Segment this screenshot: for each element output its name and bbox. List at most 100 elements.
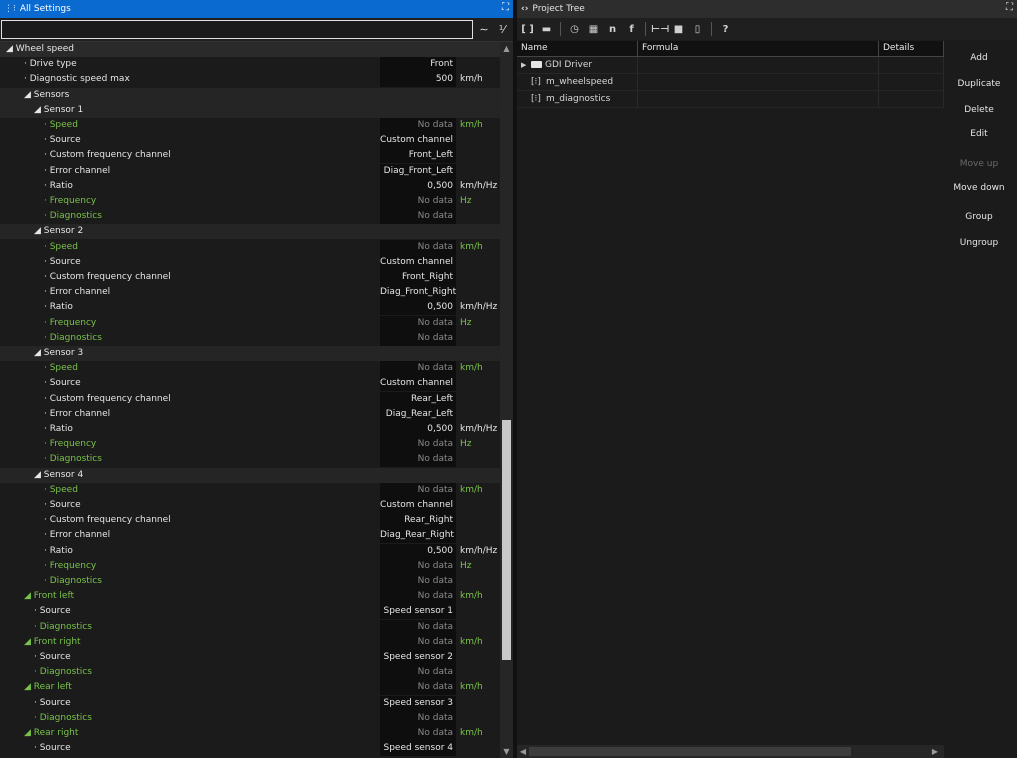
setting-value[interactable]: No data	[380, 209, 456, 225]
setting-value[interactable]: Front_Left	[380, 148, 456, 164]
setting-value[interactable]: Diag_Rear_Left	[380, 406, 456, 422]
scrollbar-thumb[interactable]	[529, 747, 851, 756]
settings-scrollbar[interactable]: ▲ ▼	[500, 42, 513, 758]
settings-row[interactable]: · Source Speed sensor 2	[0, 650, 500, 665]
settings-row[interactable]: · Custom frequency channel Rear_Left	[0, 391, 500, 407]
f-icon[interactable]: f	[623, 21, 640, 38]
variable-icon[interactable]: [ ]	[519, 21, 536, 38]
setting-value[interactable]: No data	[380, 634, 456, 650]
scroll-right-icon[interactable]: ▶	[929, 745, 941, 758]
settings-row[interactable]: · Source Custom channel	[0, 133, 500, 149]
settings-row[interactable]: · Speed No data km/h	[0, 239, 500, 255]
settings-row[interactable]: · Frequency No data Hz	[0, 437, 500, 453]
edit-button[interactable]: Edit	[948, 124, 1010, 144]
settings-row[interactable]: ◢ Front left No data km/h	[0, 589, 500, 605]
scrollbar-thumb[interactable]	[502, 420, 511, 660]
settings-row[interactable]: · Ratio 0,500 km/h/Hz	[0, 178, 500, 194]
settings-row[interactable]: · Ratio 0,500 km/h/Hz	[0, 300, 500, 316]
scroll-down-icon[interactable]: ▼	[500, 747, 513, 756]
settings-row[interactable]: · Ratio 0,500 km/h/Hz	[0, 422, 500, 437]
settings-row[interactable]: · Diagnostics No data	[0, 209, 500, 225]
folder-icon[interactable]: ■	[670, 21, 687, 38]
setting-value[interactable]: 0,500	[380, 178, 456, 194]
timer-icon[interactable]: ◷	[566, 21, 583, 38]
setting-value[interactable]: No data	[380, 619, 456, 635]
setting-value[interactable]: No data	[380, 118, 456, 133]
settings-row[interactable]: · Source Custom channel	[0, 376, 500, 392]
setting-value[interactable]: 0,500	[380, 300, 456, 316]
setting-value[interactable]: 0,500	[380, 422, 456, 437]
wave-toggle-icon[interactable]: ∼	[476, 22, 492, 38]
settings-row[interactable]: ◢ Sensor 4	[0, 467, 500, 483]
setting-value[interactable]: Diag_Front_Right	[380, 285, 456, 301]
help-icon[interactable]: ?	[717, 21, 734, 38]
setting-value[interactable]: No data	[380, 680, 456, 696]
duplicate-button[interactable]: Duplicate	[948, 74, 1010, 94]
settings-row[interactable]: ◢ Sensor 2	[0, 224, 500, 240]
settings-row[interactable]: · Source Custom channel	[0, 254, 500, 270]
settings-row[interactable]: ◢ Sensor 1	[0, 102, 500, 118]
settings-row[interactable]: · Diagnostics No data	[0, 619, 500, 635]
setting-value[interactable]: 500	[380, 72, 456, 88]
setting-value[interactable]: Rear_Left	[380, 391, 456, 407]
film-icon[interactable]: ▬	[538, 21, 555, 38]
scroll-left-icon[interactable]: ◀	[517, 745, 529, 758]
tree-row[interactable]: [⁝] m_wheelspeed	[517, 74, 944, 91]
settings-row[interactable]: · Diagnostic speed max 500 km/h	[0, 72, 500, 88]
settings-row[interactable]: · Source Custom channel	[0, 498, 500, 513]
setting-value[interactable]: Custom channel	[380, 133, 456, 149]
settings-row[interactable]: · Custom frequency channel Rear_Right	[0, 513, 500, 529]
settings-row[interactable]: ◢ Wheel speed	[0, 42, 500, 57]
settings-row[interactable]: ◢ Sensors	[0, 87, 500, 103]
delete-button[interactable]: Delete	[948, 100, 1010, 120]
file-icon[interactable]: ▯	[689, 21, 706, 38]
split-icon[interactable]: ⊢⊣	[651, 21, 669, 38]
expand-arrow-icon[interactable]: ▶	[521, 57, 531, 73]
setting-value[interactable]: No data	[380, 315, 456, 331]
settings-row[interactable]: · Error channel Diag_Rear_Left	[0, 406, 500, 422]
setting-value[interactable]: No data	[380, 482, 456, 498]
table-icon[interactable]: ▦	[585, 21, 602, 38]
settings-row[interactable]: · Custom frequency channel Front_Left	[0, 148, 500, 164]
setting-value[interactable]: No data	[380, 361, 456, 377]
setting-value[interactable]: Speed sensor 2	[380, 650, 456, 665]
setting-value[interactable]: Custom channel	[380, 498, 456, 513]
setting-value[interactable]: No data	[380, 665, 456, 681]
n-icon[interactable]: n	[604, 21, 621, 38]
column-header-name[interactable]: Name	[517, 41, 638, 56]
fraction-toggle-icon[interactable]: ⅟	[494, 22, 510, 38]
settings-row[interactable]: · Diagnostics No data	[0, 574, 500, 589]
settings-row[interactable]: · Source Speed sensor 3	[0, 695, 500, 711]
setting-value[interactable]: No data	[380, 194, 456, 209]
setting-value[interactable]: No data	[380, 574, 456, 589]
settings-row[interactable]: · Error channel Diag_Front_Right	[0, 285, 500, 301]
setting-value[interactable]: 0,500	[380, 543, 456, 559]
setting-value[interactable]: No data	[380, 452, 456, 468]
setting-value[interactable]: Rear_Right	[380, 513, 456, 529]
setting-value[interactable]: Front_Right	[380, 270, 456, 285]
settings-row[interactable]: · Source Speed sensor 4	[0, 741, 500, 757]
settings-row[interactable]: · Source Speed sensor 1	[0, 604, 500, 620]
settings-row[interactable]: · Frequency No data Hz	[0, 558, 500, 574]
setting-value[interactable]: No data	[380, 239, 456, 255]
maximize-icon[interactable]: ⛶	[502, 2, 509, 13]
setting-value[interactable]: No data	[380, 726, 456, 741]
column-header-formula[interactable]: Formula	[638, 41, 879, 56]
setting-value[interactable]: No data	[380, 330, 456, 346]
setting-value[interactable]: No data	[380, 558, 456, 574]
settings-row[interactable]: · Error channel Diag_Front_Left	[0, 163, 500, 179]
settings-row[interactable]: · Diagnostics No data	[0, 665, 500, 681]
settings-row[interactable]: ◢ Front right No data km/h	[0, 634, 500, 650]
maximize-icon[interactable]: ⛶	[1006, 2, 1013, 13]
setting-value[interactable]: No data	[380, 589, 456, 605]
settings-row[interactable]: ◢ Sensor 3	[0, 346, 500, 361]
column-header-details[interactable]: Details	[879, 41, 944, 56]
tree-horizontal-scrollbar[interactable]: ◀ ▶	[517, 745, 944, 758]
ungroup-button[interactable]: Ungroup	[948, 233, 1010, 253]
tree-row[interactable]: ▶ GDI Driver	[517, 57, 944, 74]
add-button[interactable]: Add	[948, 48, 1010, 68]
setting-value[interactable]: Speed sensor 3	[380, 695, 456, 711]
setting-value[interactable]: Speed sensor 4	[380, 741, 456, 757]
setting-value[interactable]: Custom channel	[380, 376, 456, 392]
settings-row[interactable]: · Frequency No data Hz	[0, 194, 500, 209]
